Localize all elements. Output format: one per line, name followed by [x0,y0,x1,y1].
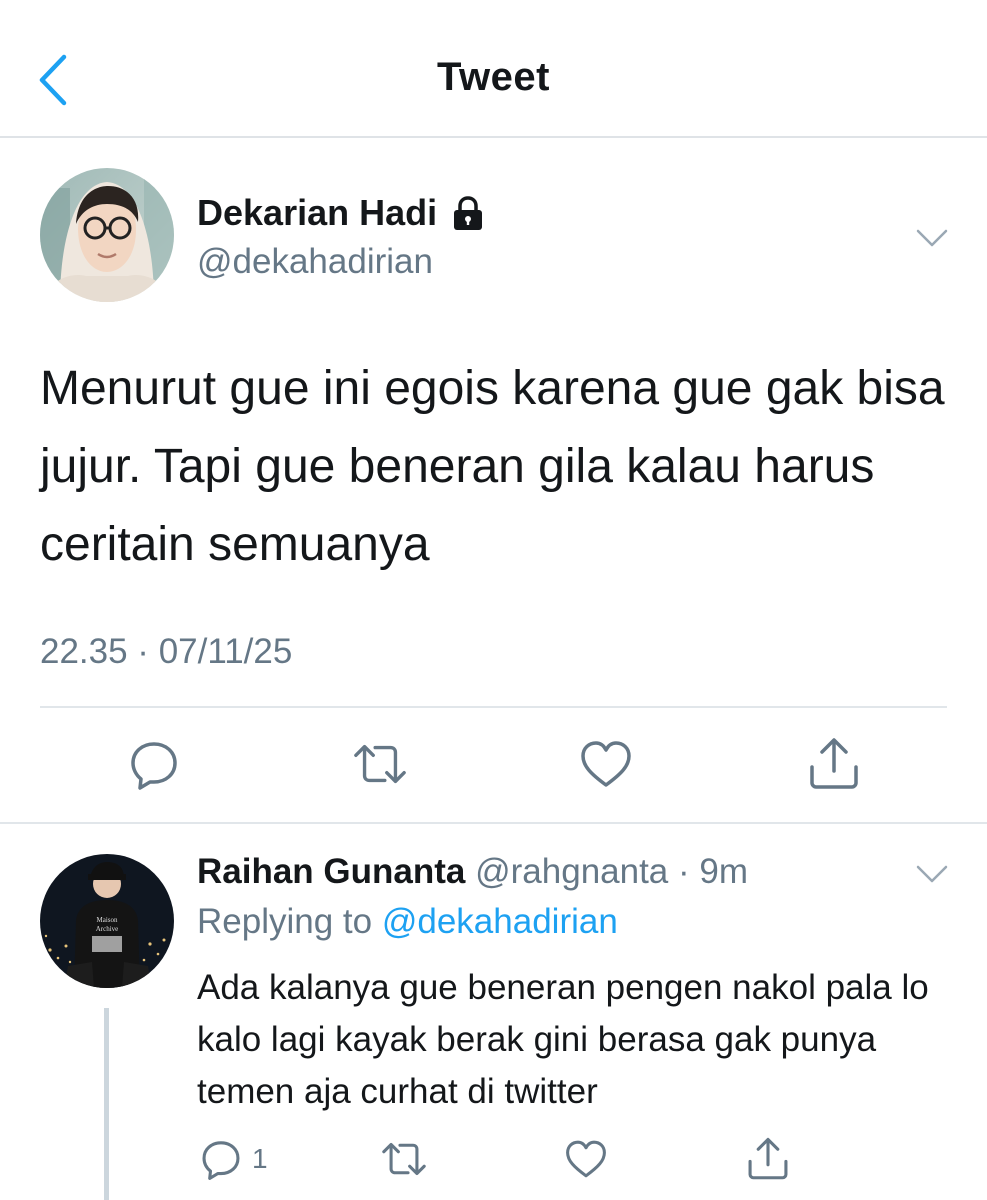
reply-time: · 9m [678,852,749,891]
replying-to-handle[interactable]: @dekahadirian [382,902,618,941]
share-button[interactable] [806,736,862,792]
reply-icon [202,1141,240,1180]
avatar-image [40,168,174,302]
reply-reply-button[interactable]: 1 [200,1136,268,1182]
svg-text:Archive: Archive [96,925,119,933]
retweet-icon [382,1142,426,1176]
reply-text: Ada kalanya gue beneran pengen nakol pal… [197,968,929,1111]
avatar-image: Maison Archive [40,854,174,988]
reply-button[interactable] [126,736,182,792]
reply-header: Raihan Gunanta @rahgnanta · 9m [197,852,748,892]
retweet-button[interactable] [352,736,408,792]
author-name[interactable]: Dekarian Hadi [197,192,485,234]
reply-share-button[interactable] [746,1136,790,1182]
retweet-icon [354,744,406,784]
tweet-timestamp[interactable]: 22.35 · 07/11/25 [40,632,292,672]
reply-like-button[interactable] [564,1136,608,1182]
replying-to-label: Replying to [197,902,373,941]
like-button[interactable] [578,736,634,792]
replying-to: Replying to @dekahadirian [197,902,618,942]
divider [40,706,947,708]
reply-count: 1 [252,1143,268,1174]
reply-icon [131,742,177,790]
tweet-text: Menurut gue ini egois karena gue gak bis… [40,362,945,571]
thread-line [104,1008,109,1200]
lock-icon [454,196,483,230]
author-handle[interactable]: @dekahadirian [197,242,433,282]
chevron-down-icon[interactable] [915,226,949,250]
avatar[interactable]: Maison Archive [40,854,174,988]
reply-retweet-button[interactable] [380,1136,428,1182]
like-icon [581,741,631,787]
top-bar: Tweet [0,0,987,138]
avatar[interactable] [40,168,174,302]
reply-author-name[interactable]: Raihan Gunanta [197,852,465,891]
chevron-down-icon[interactable] [915,862,949,886]
share-icon [748,1137,788,1180]
divider [0,822,987,824]
svg-text:Maison: Maison [97,916,119,924]
like-icon [566,1140,606,1178]
reply-author-handle[interactable]: @rahgnanta [475,852,668,891]
share-icon [810,738,858,789]
page-title: Tweet [437,55,550,99]
author-name-text: Dekarian Hadi [197,192,438,233]
